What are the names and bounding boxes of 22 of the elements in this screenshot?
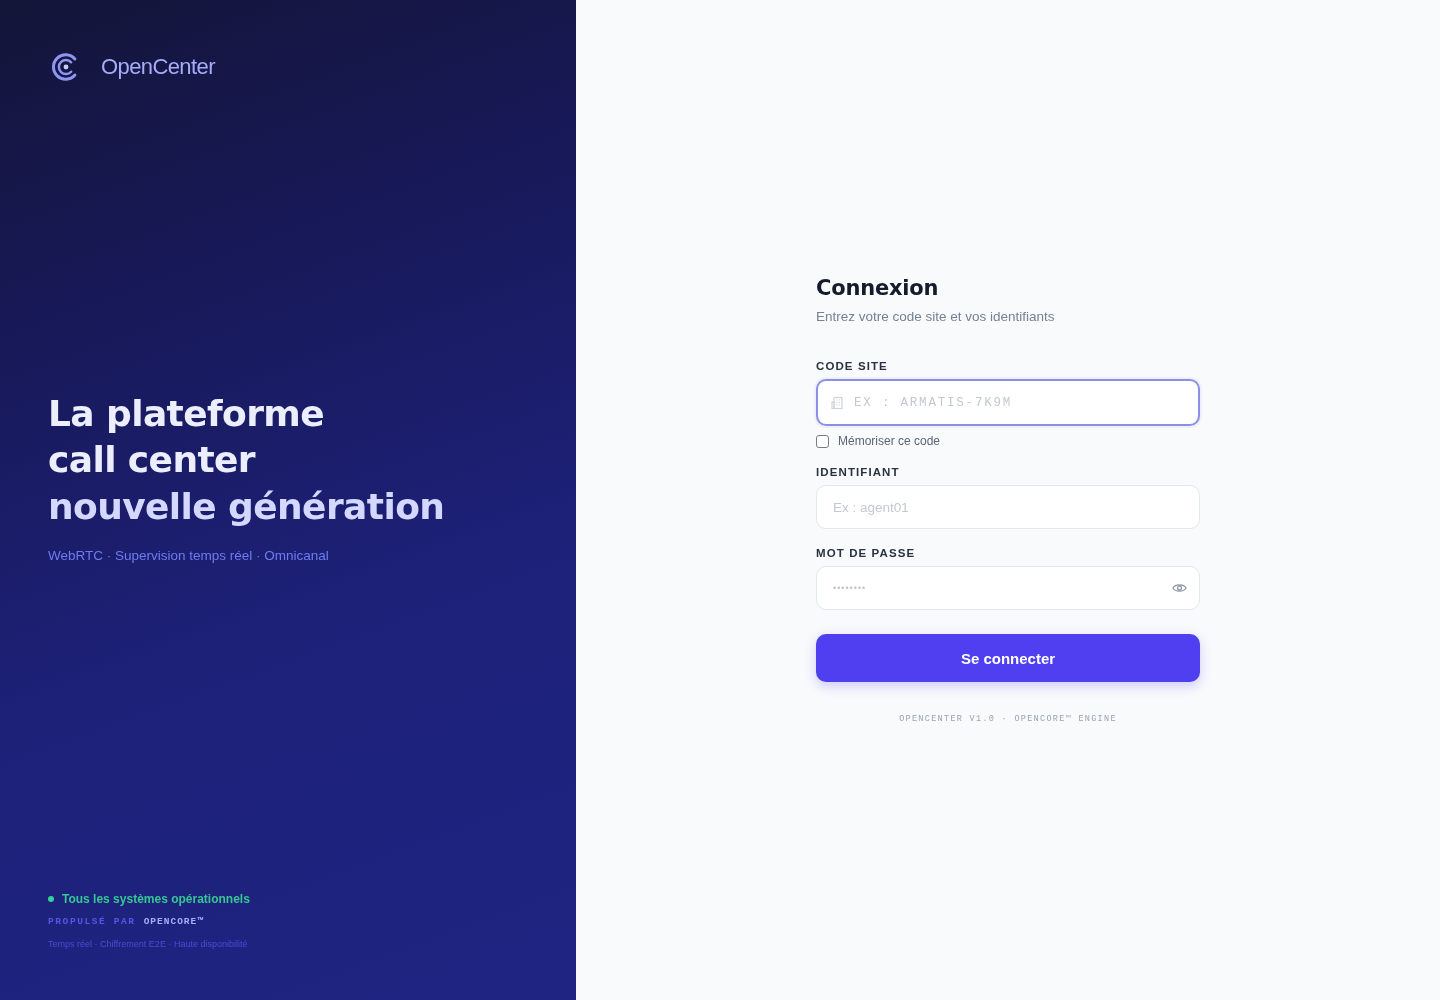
building-icon — [831, 395, 845, 410]
logo-text: OpenCenter — [101, 54, 215, 80]
field-label: CODE SITE — [816, 360, 889, 372]
code-site-field[interactable]: EX : ARMATIS-7K9M — [816, 379, 1200, 426]
status-dot-icon — [48, 896, 54, 902]
eye-icon[interactable] — [1172, 582, 1187, 594]
field-label: IDENTIFIANT — [816, 466, 901, 478]
username-field[interactable]: Ex : agent01 — [816, 485, 1200, 529]
status-text: Tous les systèmes opérationnels — [62, 892, 250, 906]
login-button[interactable]: Se connecter — [816, 634, 1200, 682]
remember-label: Mémoriser ce code — [838, 434, 941, 448]
features-line: Temps réel · Chiffrement E2E · Haute disponibilité — [48, 939, 249, 949]
field-label: MOT DE PASSE — [816, 547, 917, 559]
password-field[interactable]: •••••••• — [816, 566, 1200, 610]
powered-by-label: PROPULSÉ PAR — [48, 916, 136, 927]
version-footer: OPENCENTER V1.0 · OPENCORE™ ENGINE — [816, 714, 1200, 724]
headline: La plateforme call center nouvelle génération — [48, 391, 446, 529]
powered-by-name: OPENCORE™ — [143, 916, 204, 927]
tagline: WebRTC · Supervision temps réel · Omnicanal — [48, 548, 330, 564]
login-subtitle: Entrez votre code site et vos identifiants — [816, 309, 1056, 324]
login-title: Connexion — [816, 276, 940, 300]
remember-checkbox[interactable] — [816, 434, 829, 448]
